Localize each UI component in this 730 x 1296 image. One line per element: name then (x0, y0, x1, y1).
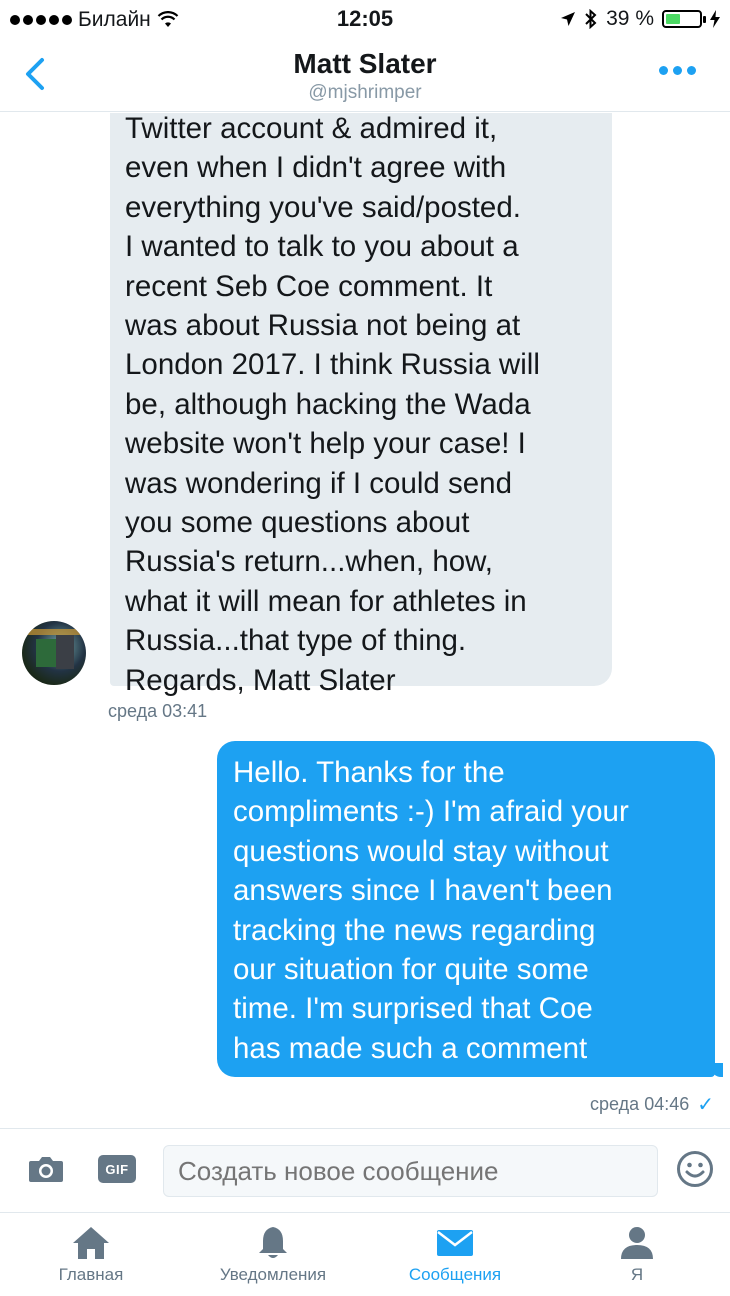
message-line: website won't help your case! I (125, 427, 526, 461)
message-line: Russia...that type of thing. (125, 624, 467, 658)
message-line: was wondering if I could send (125, 466, 513, 500)
home-icon (73, 1227, 109, 1259)
message-line: what it will mean for athletes in (125, 584, 527, 618)
outgoing-message-bubble[interactable]: Hello. Thanks for the compliments :-) I'… (217, 741, 723, 1077)
message-input[interactable] (163, 1145, 658, 1197)
tab-label: Я (630, 1265, 644, 1284)
tab-messages[interactable]: Сообщения (364, 1213, 546, 1296)
status-bar: Билайн 12:05 39 % (0, 0, 730, 40)
message-line: time. I'm surprised that Coe (233, 992, 593, 1026)
message-line: questions would stay without (233, 834, 609, 868)
message-thread: Twitter account & admired it, even when … (0, 113, 730, 1128)
status-right: 39 % (560, 7, 720, 31)
read-check-icon: ✓ (697, 1094, 714, 1116)
message-line: Hello. Thanks for the (233, 756, 505, 789)
avatar[interactable] (22, 621, 86, 685)
message-line: compliments :-) I'm afraid your (233, 795, 629, 829)
message-line: Russia's return...when, how, (125, 545, 494, 579)
incoming-timestamp: среда 03:41 (108, 701, 208, 721)
camera-icon[interactable] (28, 1155, 64, 1183)
message-line: Twitter account & admired it, (125, 113, 498, 145)
tab-notifications[interactable]: Уведомления (182, 1213, 364, 1296)
message-line: even when I didn't agree with (125, 151, 507, 185)
more-options-icon[interactable] (659, 66, 696, 75)
message-line: be, although hacking the Wada (125, 387, 531, 421)
message-line: our situation for quite some (233, 953, 589, 987)
bluetooth-icon (585, 9, 597, 29)
tab-profile[interactable]: Я (546, 1213, 728, 1296)
tab-label: Главная (58, 1265, 124, 1284)
contact-handle: @mjshrimper (308, 82, 422, 103)
battery-icon (662, 10, 706, 28)
contact-name: Matt Slater (293, 48, 437, 79)
message-line: Regards, Matt Slater (125, 663, 396, 697)
envelope-icon (437, 1230, 473, 1256)
message-line: everything you've said/posted. (125, 190, 521, 224)
bottom-tab-bar: Главная Уведомления Сообщения Я (0, 1212, 730, 1296)
battery-percent: 39 % (606, 7, 654, 30)
emoji-icon[interactable] (676, 1150, 714, 1188)
message-line: London 2017. I think Russia will (125, 348, 540, 382)
message-line: answers since I haven't been (233, 874, 613, 908)
gif-button[interactable]: GIF (98, 1155, 136, 1183)
message-line: recent Seb Coe comment. It (125, 269, 493, 303)
person-icon (621, 1227, 653, 1259)
message-composer: GIF (0, 1128, 730, 1212)
conversation-header: Matt Slater @mjshrimper (0, 40, 730, 112)
message-line: tracking the news regarding (233, 913, 596, 947)
tab-home[interactable]: Главная (0, 1213, 182, 1296)
bell-icon (259, 1227, 287, 1258)
tab-label: Уведомления (219, 1265, 327, 1284)
charging-icon (710, 10, 720, 28)
message-line: I wanted to talk to you about a (125, 230, 519, 264)
message-line: you some questions about (125, 506, 470, 540)
location-arrow-icon (561, 12, 576, 26)
outgoing-timestamp-text: среда 04:46 (590, 1094, 690, 1114)
message-line: was about Russia not being at (125, 309, 521, 343)
tab-label: Сообщения (408, 1265, 502, 1284)
incoming-message-bubble[interactable]: Twitter account & admired it, even when … (110, 113, 612, 697)
message-line: has made such a comment (233, 1031, 588, 1065)
outgoing-timestamp: среда 04:46 ✓ (590, 1092, 714, 1117)
